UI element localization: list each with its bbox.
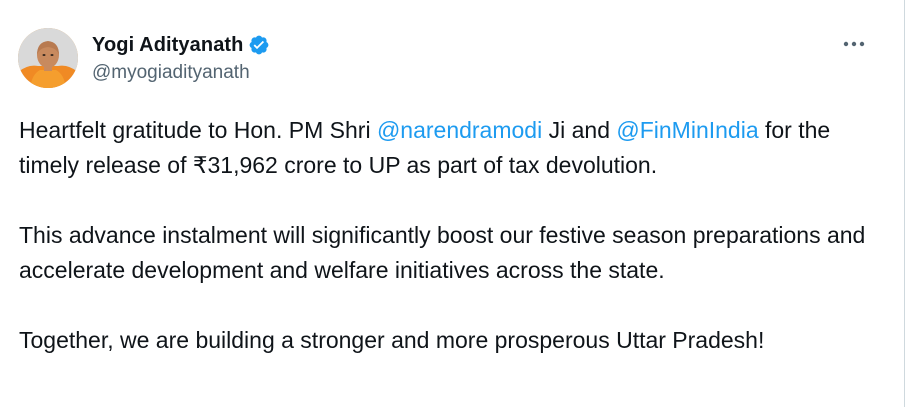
more-options-button[interactable] (839, 34, 869, 54)
tweet-text: Heartfelt gratitude to Hon. PM Shri @nar… (19, 113, 889, 358)
mention-finminindia[interactable]: @FinMinIndia (616, 117, 758, 143)
tweet-text-segment: Ji and (542, 117, 617, 143)
verified-badge-icon[interactable] (248, 34, 270, 56)
author-handle[interactable]: @myogiadityanath (92, 62, 270, 84)
author-names: Yogi Adityanath @myogiadityanath (92, 32, 270, 84)
profile-photo (18, 28, 78, 88)
tweet-header: Yogi Adityanath @myogiadityanath (18, 28, 879, 90)
more-options-icon (843, 41, 865, 47)
tweet-paragraph-1: Heartfelt gratitude to Hon. PM Shri @nar… (19, 113, 889, 183)
display-name[interactable]: Yogi Adityanath (92, 34, 244, 57)
mention-narendramodi[interactable]: @narendramodi (377, 117, 542, 143)
avatar[interactable] (18, 28, 78, 88)
tweet-text-segment: Heartfelt gratitude to Hon. PM Shri (19, 117, 377, 143)
tweet-paragraph-3: Together, we are building a stronger and… (19, 327, 765, 353)
tweet-paragraph-2: This advance instalment will significant… (19, 222, 866, 283)
name-row: Yogi Adityanath (92, 32, 270, 58)
